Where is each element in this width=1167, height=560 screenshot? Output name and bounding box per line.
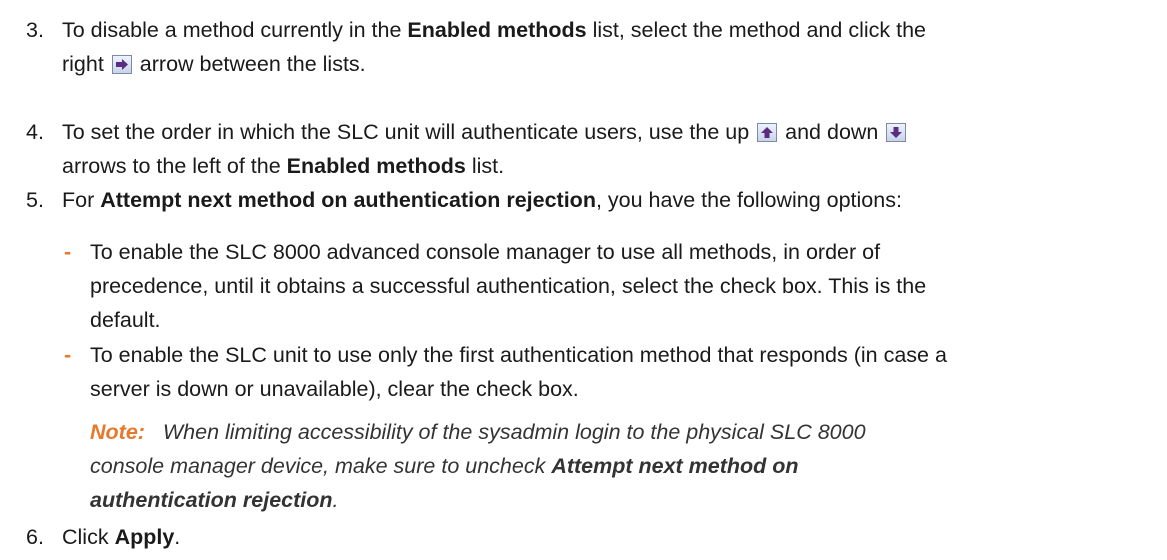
step-text: Click Apply. [62,525,181,549]
note-label: Note: [90,420,145,444]
right-arrow-icon [111,55,132,74]
note-block: Note: When limiting accessibility of the… [90,420,866,512]
step-6: 6. Click Apply. [26,520,1146,554]
ui-label: Apply [114,525,175,549]
ui-label: Attempt next method on [551,454,799,478]
ui-label: authentication rejection [90,488,333,512]
step-number: 4. [26,120,44,144]
ui-label: Enabled methods [286,154,466,178]
step-text: To set the order in which the SLC unit w… [62,115,1146,183]
step-number: 3. [26,18,44,42]
step-5: 5. For Attempt next method on authentica… [26,183,1146,217]
step-number: 6. [26,525,44,549]
step-number: 5. [26,188,44,212]
bullet-dash: - [64,240,72,264]
ui-label: Enabled methods [407,18,587,42]
ui-label: Attempt next method on authentication re… [100,188,596,212]
step-3: 3. To disable a method currently in the … [26,13,1146,81]
up-arrow-icon [757,123,778,142]
step-text: To disable a method currently in the Ena… [62,18,926,76]
step-4: 4. To set the order in which the SLC uni… [26,115,1146,183]
step-text: For Attempt next method on authenticatio… [62,188,902,212]
option-item: To enable the SLC 8000 advanced console … [90,240,927,332]
bullet-dash: - [64,343,72,367]
down-arrow-icon [886,123,907,142]
option-item: To enable the SLC unit to use only the f… [90,343,947,401]
